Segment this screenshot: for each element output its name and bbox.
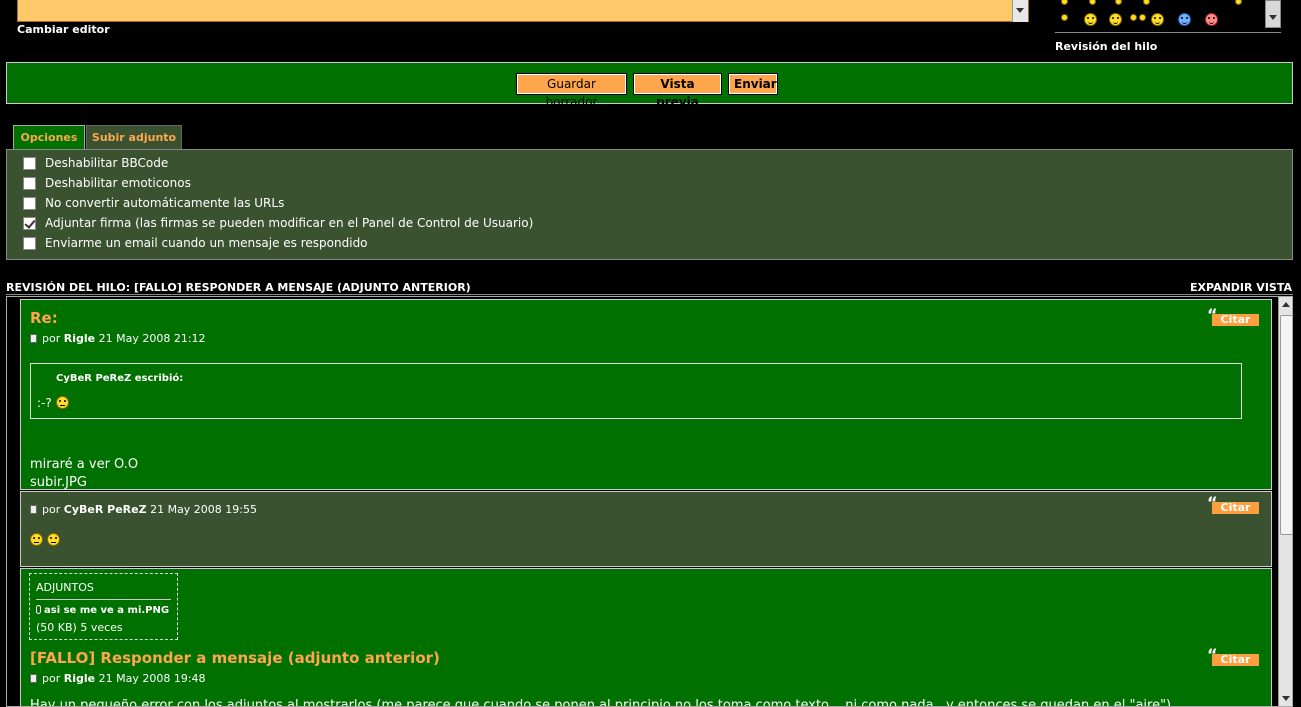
attachment-filename: asi se me ve a mi.PNG xyxy=(44,605,170,616)
attachments-box: ADJUNTOS asi se me ve a mi.PNG (50 KB) 5… xyxy=(29,573,178,640)
post-icon xyxy=(30,334,37,343)
post-date: 21 May 2008 21:12 xyxy=(98,332,206,345)
option-label: Adjuntar firma (las firmas se pueden mod… xyxy=(45,216,534,230)
smiley-icon[interactable] xyxy=(1061,0,1068,5)
options-panel: Deshabilitar BBCode Deshabilitar emotico… xyxy=(6,149,1293,260)
change-editor-link[interactable]: Cambiar editor xyxy=(17,23,110,36)
disable-smilies-checkbox[interactable] xyxy=(23,177,36,190)
post-icon xyxy=(30,505,37,514)
confused-smiley-icon xyxy=(30,533,43,546)
post-author[interactable]: Rigle xyxy=(64,332,95,345)
quote-label: Citar xyxy=(1212,314,1259,326)
quote-text: :-? xyxy=(37,396,69,410)
attachment-link[interactable]: asi se me ve a mi.PNG xyxy=(36,605,169,616)
post-author[interactable]: Rigle xyxy=(64,672,95,685)
smiley-icon[interactable] xyxy=(1139,14,1146,21)
chevron-up-icon[interactable] xyxy=(1282,302,1290,307)
quote-author: CyBeR PeReZ escribió: xyxy=(56,373,184,384)
smiley-icon[interactable] xyxy=(1061,14,1068,21)
quote-button[interactable]: “ Citar xyxy=(1207,307,1259,326)
post-meta: por Rigle 21 May 2008 19:48 xyxy=(30,672,206,685)
thread-review-title: REVISIÓN DEL HILO: [FALLO] RESPONDER A M… xyxy=(6,281,471,294)
submit-bar: Guardar borrador Vista previa Enviar xyxy=(6,62,1293,109)
preview-button[interactable]: Vista previa xyxy=(633,73,722,109)
post-body-line: miraré a ver O.O xyxy=(30,457,139,472)
smiley-icon[interactable] xyxy=(1115,0,1122,5)
save-draft-button[interactable]: Guardar borrador xyxy=(516,73,627,109)
option-label: No convertir automáticamente las URLs xyxy=(45,196,285,210)
quote-text-value: :-? xyxy=(37,396,52,410)
post-author[interactable]: CyBeR PeReZ xyxy=(64,503,147,516)
review-post: Re: por Rigle 21 May 2008 21:12 “ Citar … xyxy=(20,299,1272,490)
quote-label: Citar xyxy=(1212,502,1259,514)
thread-review-panel: Re: por Rigle 21 May 2008 21:12 “ Citar … xyxy=(6,296,1293,707)
disable-bbcode-checkbox[interactable] xyxy=(23,157,36,170)
quote-box: CyBeR PeReZ escribió: :-? xyxy=(30,363,1242,419)
by-label: por xyxy=(42,332,61,345)
quote-button[interactable]: “ Citar xyxy=(1207,647,1259,666)
post-meta: por CyBeR PeReZ 21 May 2008 19:55 xyxy=(30,503,257,516)
option-label: Enviarme un email cuando un mensaje es r… xyxy=(45,236,368,250)
post-body xyxy=(30,533,61,548)
expand-view-link[interactable]: EXPANDIR VISTA xyxy=(1190,281,1292,294)
quote-button[interactable]: “ Citar xyxy=(1207,495,1259,514)
by-label: por xyxy=(42,503,61,516)
divider xyxy=(36,599,171,600)
option-label: Deshabilitar BBCode xyxy=(45,156,169,170)
smiley-icon[interactable] xyxy=(1178,13,1191,26)
smiley-icon[interactable] xyxy=(1109,13,1122,26)
chevron-down-icon[interactable] xyxy=(1282,696,1290,701)
post-title: [FALLO] Responder a mensaje (adjunto ant… xyxy=(30,649,440,667)
chevron-down-icon xyxy=(1269,15,1277,20)
confused-smiley-icon xyxy=(47,533,61,546)
send-button[interactable]: Enviar xyxy=(728,73,778,95)
smiley-icon[interactable] xyxy=(1151,13,1164,26)
by-label: por xyxy=(42,672,61,685)
post-date: 21 May 2008 19:48 xyxy=(98,672,206,685)
chevron-down-icon xyxy=(1016,8,1024,13)
smiley-icon[interactable] xyxy=(1235,0,1242,5)
attachment-link[interactable]: subir.JPG xyxy=(30,475,87,490)
scrollbar-thumb[interactable] xyxy=(1280,315,1292,535)
review-post: por CyBeR PeReZ 21 May 2008 19:55 “ Cita… xyxy=(20,491,1272,567)
notify-email-checkbox[interactable] xyxy=(23,237,36,250)
post-body: Hay un pequeño error con los adjuntos al… xyxy=(30,698,1172,707)
smiley-icon[interactable] xyxy=(1205,13,1218,26)
divider xyxy=(6,294,1293,295)
option-label: Deshabilitar emoticonos xyxy=(45,176,191,190)
attach-signature-checkbox[interactable] xyxy=(23,217,36,230)
attachments-title: ADJUNTOS xyxy=(36,581,94,594)
review-scrollbar[interactable] xyxy=(1278,297,1292,706)
thread-review-link[interactable]: Revisión del hilo xyxy=(1055,40,1157,53)
post-meta: por Rigle 21 May 2008 21:12 xyxy=(30,332,206,345)
smiley-icon[interactable] xyxy=(1089,0,1096,5)
confused-smiley-icon xyxy=(55,396,69,409)
smiley-panel xyxy=(1055,0,1281,33)
editor-scrollbar[interactable] xyxy=(1012,0,1028,22)
quote-label: Citar xyxy=(1212,654,1259,666)
post-date: 21 May 2008 19:55 xyxy=(150,503,258,516)
post-icon xyxy=(30,674,37,683)
tab-upload-attachment[interactable]: Subir adjunto xyxy=(86,125,182,149)
post-title: Re: xyxy=(30,309,58,327)
smiley-icon[interactable] xyxy=(1130,14,1137,21)
tab-options[interactable]: Opciones xyxy=(13,125,85,149)
paperclip-icon xyxy=(36,605,41,614)
review-post: ADJUNTOS asi se me ve a mi.PNG (50 KB) 5… xyxy=(20,568,1272,707)
smiley-icon[interactable] xyxy=(1143,0,1150,5)
disable-url-parse-checkbox[interactable] xyxy=(23,197,36,210)
smiley-scrollbar[interactable] xyxy=(1265,0,1281,28)
smiley-icon[interactable] xyxy=(1084,13,1097,26)
message-textarea[interactable] xyxy=(17,0,1029,22)
attachment-info: (50 KB) 5 veces xyxy=(36,621,123,634)
